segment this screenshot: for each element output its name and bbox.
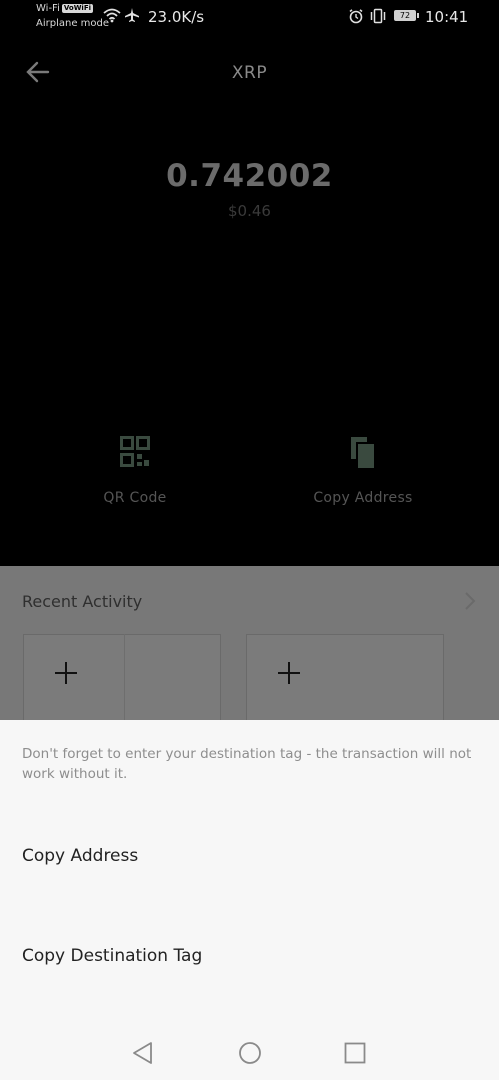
copy-address-button[interactable]: Copy Address [273, 436, 453, 506]
airplane-icon [125, 8, 139, 22]
status-bar: Wi-Fi VoWiFi Airplane mode 23.0K/s 72 10:… [0, 0, 499, 36]
status-time: 10:41 [425, 8, 469, 26]
battery-icon: 72 [394, 10, 416, 21]
vibrate-icon [370, 8, 386, 24]
copy-icon [351, 437, 374, 468]
wifi-icon [103, 8, 121, 23]
copy-address-option[interactable]: Copy Address [22, 846, 138, 866]
airplane-mode-label: Airplane mode [36, 18, 110, 29]
nav-back-icon[interactable] [131, 1041, 155, 1065]
qr-code-icon [120, 436, 150, 467]
wifi-text: Wi-Fi [36, 3, 60, 14]
card-divider [124, 634, 125, 720]
destination-tag-note: Don't forget to enter your destination t… [22, 746, 472, 782]
copy-destination-tag-option[interactable]: Copy Destination Tag [22, 946, 202, 966]
qr-code-label: QR Code [103, 490, 167, 506]
plus-icon[interactable] [276, 660, 302, 686]
plus-icon[interactable] [53, 660, 79, 686]
battery-tip [417, 13, 419, 18]
page-title: XRP [231, 63, 268, 83]
chevron-right-icon[interactable] [462, 591, 478, 611]
balance-amount: 0.742002 [166, 158, 333, 194]
wifi-label: Wi-Fi VoWiFi [36, 3, 94, 15]
alarm-icon [349, 9, 363, 24]
recent-activity-title: Recent Activity [22, 592, 143, 611]
vowifi-badge: VoWiFi [61, 4, 94, 13]
fiat-balance: $0.46 [228, 202, 271, 220]
network-speed: 23.0K/s [148, 8, 205, 26]
copy-address-label: Copy Address [313, 490, 413, 506]
qr-code-button[interactable]: QR Code [45, 436, 225, 506]
nav-home-icon[interactable] [238, 1041, 262, 1065]
nav-recents-icon[interactable] [344, 1042, 366, 1064]
